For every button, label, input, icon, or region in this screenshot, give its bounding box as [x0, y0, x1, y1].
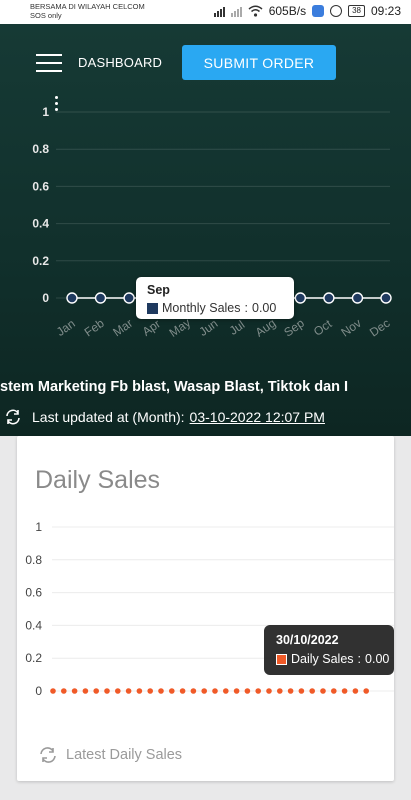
data-point [320, 688, 326, 694]
x-tick-label: Apr [140, 317, 163, 339]
data-point [104, 688, 110, 694]
data-point [66, 292, 78, 304]
signal-icon [213, 6, 225, 17]
data-point [309, 688, 316, 694]
data-point [169, 688, 175, 694]
y-tick-label: 0.4 [25, 618, 42, 632]
x-tick-label: Jul [227, 318, 248, 338]
data-point [136, 688, 143, 694]
tooltip-series: Monthly Sales [162, 301, 241, 315]
data-point [277, 688, 283, 694]
data-point [363, 688, 370, 694]
data-point [380, 292, 392, 304]
whatsapp-icon [330, 5, 343, 17]
carrier-name: BERSAMA DI WILAYAH CELCOM [30, 2, 145, 11]
monthly-tooltip: Sep Monthly Sales:0.00 [136, 277, 294, 319]
data-point [294, 292, 307, 304]
data-point [93, 688, 99, 694]
data-point [50, 688, 56, 694]
data-point [61, 688, 67, 694]
x-tick-label: Jan [54, 316, 78, 339]
data-point [71, 688, 78, 694]
carrier-status: SOS only [30, 11, 62, 20]
data-point [244, 688, 251, 694]
data-point [201, 688, 207, 694]
x-tick-label: Feb [82, 316, 107, 340]
tooltip-value: 0.00 [365, 652, 390, 666]
y-tick-label: 0.4 [32, 217, 49, 231]
data-point [341, 688, 348, 694]
data-point [287, 688, 294, 694]
y-tick-label: 1 [35, 520, 42, 534]
submit-order-button[interactable]: SUBMIT ORDER [182, 45, 336, 80]
x-tick-label: Sep [281, 316, 307, 340]
data-point [255, 688, 261, 694]
y-tick-label: 0.8 [25, 553, 42, 567]
data-point [190, 688, 197, 694]
marquee-text: stem Marketing Fb blast, Wasap Blast, Ti… [0, 379, 349, 395]
data-point [212, 688, 218, 694]
data-point [115, 688, 121, 694]
x-tick-label: Aug [253, 316, 279, 340]
card-title: Daily Sales [35, 466, 161, 494]
data-point [323, 292, 335, 304]
app-notification-icon [312, 5, 325, 17]
data-point [179, 688, 186, 694]
y-tick-label: 0.8 [32, 142, 49, 156]
dashboard-label[interactable]: DASHBOARD [78, 55, 162, 70]
y-tick-label: 0 [35, 684, 42, 698]
latest-daily-sales-row[interactable]: Latest Daily Sales [38, 747, 182, 763]
x-tick-label: Dec [367, 316, 393, 340]
y-tick-label: 0 [42, 291, 49, 305]
last-updated-date[interactable]: 03-10-2022 12:07 PM [190, 409, 325, 425]
carrier-text: BERSAMA DI WILAYAH CELCOM SOS only [30, 2, 145, 20]
refresh-icon [40, 747, 56, 763]
data-point [123, 292, 135, 304]
footer-label: Latest Daily Sales [66, 747, 183, 763]
data-point [147, 688, 153, 694]
data-point [266, 688, 272, 694]
refresh-icon[interactable] [4, 409, 22, 425]
data-point [223, 688, 229, 694]
y-tick-label: 0.2 [32, 254, 49, 268]
wifi-icon [248, 5, 263, 17]
y-tick-label: 0.2 [25, 651, 42, 665]
signal-2-icon [230, 6, 242, 17]
data-point [158, 688, 164, 694]
data-point [233, 688, 240, 694]
series-swatch [147, 302, 158, 314]
data-point [298, 688, 305, 694]
y-tick-label: 1 [42, 105, 49, 119]
y-tick-label: 0.6 [25, 586, 42, 600]
clock-time: 09:23 [370, 4, 401, 18]
status-bar: BERSAMA DI WILAYAH CELCOM SOS only 605B/… [0, 0, 411, 24]
promo-marquee: stem Marketing Fb blast, Wasap Blast, Ti… [0, 379, 411, 395]
data-point [331, 688, 337, 694]
network-speed: 605B/s [268, 4, 307, 18]
daily-sales-card: Daily Sales 0 0.2 0.4 0.6 0.8 1 30/10/2022 Da… [17, 436, 394, 781]
data-point [125, 688, 132, 694]
x-tick-label: May [167, 315, 194, 339]
data-point [94, 292, 107, 304]
data-point [352, 688, 359, 694]
y-tick-label: 0.6 [32, 179, 49, 193]
x-tick-label: Mar [110, 316, 135, 339]
series-swatch [276, 653, 287, 665]
daily-tooltip: 30/10/2022 Daily Sales:0.00 [264, 625, 394, 675]
tooltip-title: Sep [147, 283, 170, 297]
battery-icon: 38 [348, 5, 365, 17]
tooltip-value: 0.00 [252, 301, 277, 315]
x-tick-label: Nov [338, 316, 364, 340]
x-tick-label: Oct [311, 316, 335, 339]
last-updated-label: Last updated at (Month): [32, 409, 185, 425]
data-point [351, 292, 364, 304]
last-updated-row: Last updated at (Month): 03-10-2022 12:0… [4, 409, 325, 425]
tooltip-series: Daily Sales [291, 652, 354, 666]
tooltip-title: 30/10/2022 [276, 633, 339, 647]
data-point [82, 688, 89, 694]
hamburger-icon[interactable] [36, 54, 62, 72]
x-tick-label: Jun [196, 316, 220, 339]
